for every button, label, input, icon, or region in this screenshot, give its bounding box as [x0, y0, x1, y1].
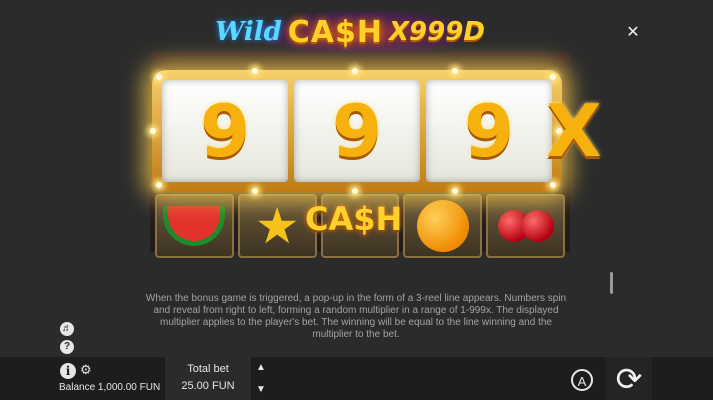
- sound-icon[interactable]: ♬: [60, 322, 74, 336]
- orange-icon: [416, 200, 469, 252]
- frame-light: [352, 68, 358, 74]
- star-icon: ★: [254, 198, 300, 254]
- game-logo: Wild CA$H X999D: [195, 6, 505, 58]
- reel-logo-symbol: CA$H: [305, 200, 403, 238]
- balance-text: Balance 1,000.00 FUN: [59, 382, 161, 393]
- watermelon-symbol: [155, 194, 234, 258]
- logo-multiplier-text: X999D: [389, 17, 485, 47]
- watermelon-icon: [163, 206, 226, 246]
- multiplier-reels: 9 9 9: [162, 80, 552, 182]
- gear-icon[interactable]: ⚙: [80, 362, 92, 378]
- frame-light: [150, 128, 156, 134]
- total-bet-label: Total bet: [187, 363, 229, 375]
- total-bet-box: Total bet 25.00 FUN: [165, 357, 251, 400]
- multiplier-reel-1: 9: [162, 80, 288, 182]
- help-icon[interactable]: ?: [60, 340, 74, 354]
- info-icon[interactable]: i: [60, 363, 76, 379]
- cherry-icon: [521, 210, 554, 242]
- spin-button[interactable]: ⟳: [606, 357, 652, 400]
- orange-symbol: [403, 194, 483, 258]
- multiplier-x: X: [546, 89, 602, 173]
- multiplier-reel-2: 9: [294, 80, 420, 182]
- frame-light: [252, 188, 258, 194]
- frame-light: [452, 188, 458, 194]
- cherries-symbol: [486, 194, 565, 258]
- logo-cash-text: CA$H: [287, 14, 383, 50]
- total-bet-value: 25.00 FUN: [181, 380, 235, 392]
- close-icon[interactable]: ✕: [624, 24, 642, 42]
- spin-icon: ⟳: [615, 360, 643, 397]
- bet-decrease-icon[interactable]: ▼: [256, 384, 266, 395]
- multiplier-digit: 9: [199, 89, 251, 173]
- multiplier-digit: 9: [463, 89, 515, 173]
- frame-light: [352, 188, 358, 194]
- multiplier-digit: 9: [331, 89, 383, 173]
- bet-increase-icon[interactable]: ▲: [256, 362, 266, 373]
- logo-wild-text: Wild: [215, 17, 282, 47]
- scrollbar-thumb[interactable]: [610, 272, 613, 294]
- frame-light: [452, 68, 458, 74]
- multiplier-reel-3: 9: [426, 80, 552, 182]
- multiplier-frame: 9 9 9: [150, 68, 562, 194]
- autoplay-button[interactable]: A: [571, 369, 593, 391]
- rules-description: When the bonus game is triggered, a pop-…: [145, 293, 567, 340]
- frame-light: [550, 182, 556, 188]
- frame-light: [156, 182, 162, 188]
- frame-light: [252, 68, 258, 74]
